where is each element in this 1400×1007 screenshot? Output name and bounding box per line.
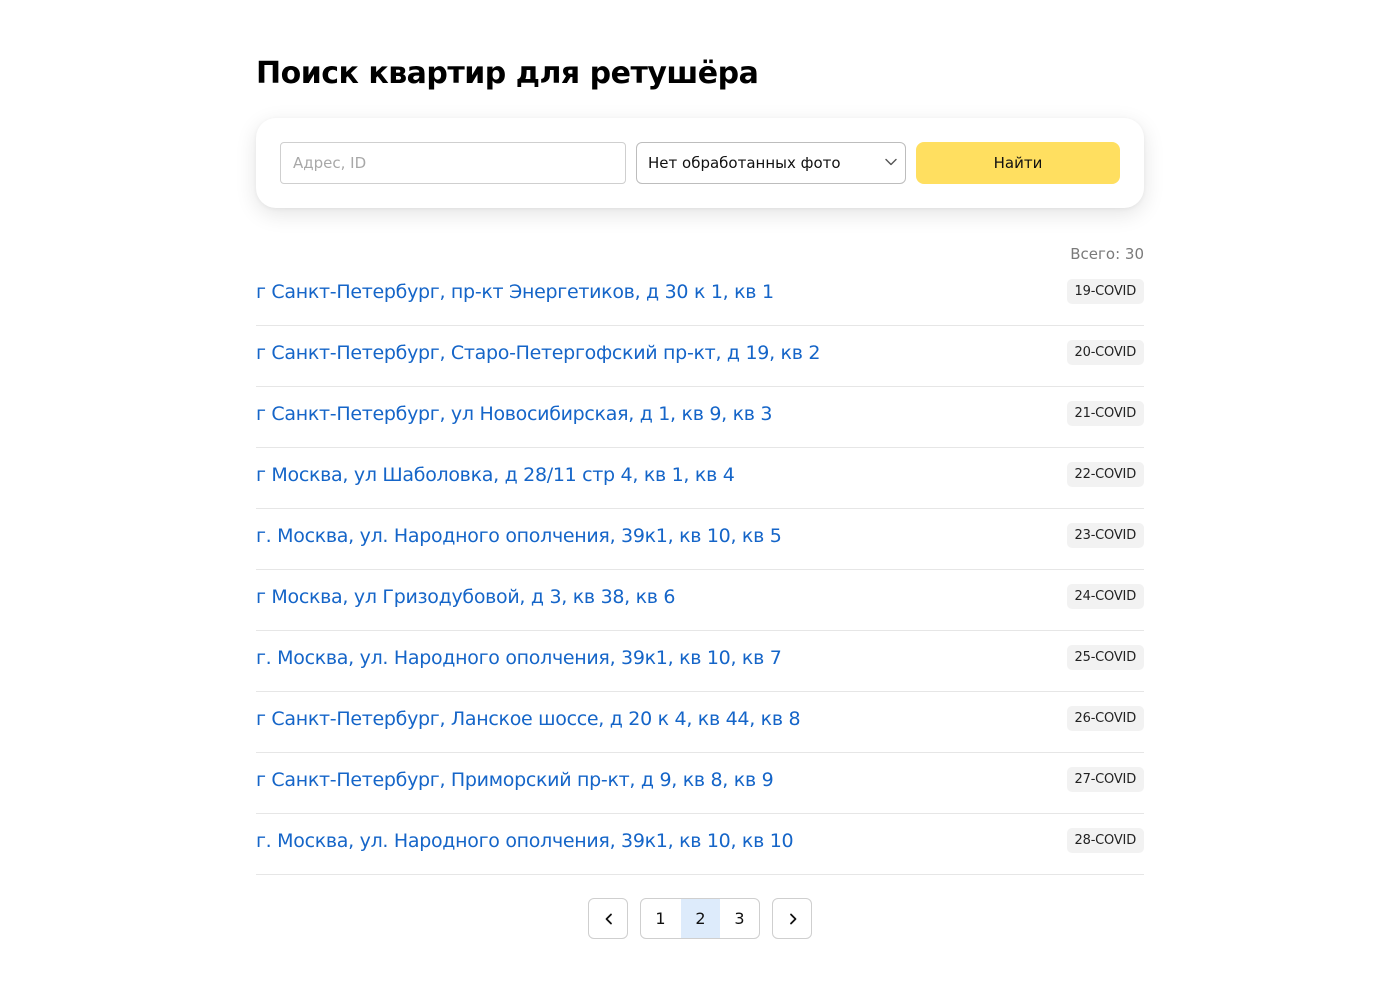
- apartment-id-badge: 25-COVID: [1066, 645, 1144, 670]
- pagination: 1 2 3: [588, 898, 812, 940]
- apartment-address-link[interactable]: г Санкт-Петербург, пр-кт Энергетиков, д …: [256, 279, 774, 305]
- list-item: г Москва, ул Гризодубовой, д 3, кв 38, к…: [256, 570, 1144, 631]
- total-count: Всего: 30: [1070, 245, 1144, 263]
- chevron-down-icon: [885, 158, 897, 166]
- list-item: г. Москва, ул. Народного ополчения, 39к1…: [256, 814, 1144, 875]
- list-item: г Санкт-Петербург, пр-кт Энергетиков, д …: [256, 265, 1144, 326]
- page-title: Поиск квартир для ретушёра: [256, 56, 759, 91]
- apartment-id-badge: 19-COVID: [1066, 279, 1144, 304]
- page-3-button[interactable]: 3: [720, 899, 759, 938]
- apartment-id-badge: 22-COVID: [1066, 462, 1144, 487]
- search-panel: Нет обработанных фото Найти: [256, 118, 1144, 208]
- page-number-group: 1 2 3: [640, 898, 760, 939]
- prev-page-button[interactable]: [588, 898, 628, 939]
- find-button[interactable]: Найти: [916, 142, 1120, 184]
- photo-filter-value: Нет обработанных фото: [648, 154, 841, 172]
- list-item: г. Москва, ул. Народного ополчения, 39к1…: [256, 631, 1144, 692]
- chevron-left-icon: [605, 913, 612, 925]
- apartment-id-badge: 20-COVID: [1066, 340, 1144, 365]
- list-item: г. Москва, ул. Народного ополчения, 39к1…: [256, 509, 1144, 570]
- chevron-right-icon: [790, 913, 797, 925]
- apartment-address-link[interactable]: г Санкт-Петербург, Старо-Петергофский пр…: [256, 340, 820, 366]
- apartment-address-link[interactable]: г Москва, ул Шаболовка, д 28/11 стр 4, к…: [256, 462, 735, 488]
- apartment-id-badge: 28-COVID: [1066, 828, 1144, 853]
- page-1-button[interactable]: 1: [641, 899, 680, 938]
- next-page-button[interactable]: [772, 898, 812, 939]
- list-item: г Москва, ул Шаболовка, д 28/11 стр 4, к…: [256, 448, 1144, 509]
- list-item: г Санкт-Петербург, Ланское шоссе, д 20 к…: [256, 692, 1144, 753]
- apartment-address-link[interactable]: г Москва, ул Гризодубовой, д 3, кв 38, к…: [256, 584, 676, 610]
- apartment-id-badge: 26-COVID: [1066, 706, 1144, 731]
- photo-filter-select[interactable]: Нет обработанных фото: [636, 142, 906, 184]
- apartment-address-link[interactable]: г. Москва, ул. Народного ополчения, 39к1…: [256, 645, 782, 671]
- list-item: г Санкт-Петербург, Старо-Петергофский пр…: [256, 326, 1144, 387]
- page-2-button-current[interactable]: 2: [681, 899, 720, 938]
- results-list: г Санкт-Петербург, пр-кт Энергетиков, д …: [256, 265, 1144, 875]
- apartment-address-link[interactable]: г. Москва, ул. Народного ополчения, 39к1…: [256, 523, 782, 549]
- apartment-id-badge: 21-COVID: [1066, 401, 1144, 426]
- apartment-address-link[interactable]: г Санкт-Петербург, ул Новосибирская, д 1…: [256, 401, 773, 427]
- list-item: г Санкт-Петербург, Приморский пр-кт, д 9…: [256, 753, 1144, 814]
- apartment-id-badge: 24-COVID: [1066, 584, 1144, 609]
- list-item: г Санкт-Петербург, ул Новосибирская, д 1…: [256, 387, 1144, 448]
- apartment-address-link[interactable]: г. Москва, ул. Народного ополчения, 39к1…: [256, 828, 794, 854]
- search-input[interactable]: [280, 142, 626, 184]
- apartment-id-badge: 27-COVID: [1066, 767, 1144, 792]
- apartment-address-link[interactable]: г Санкт-Петербург, Ланское шоссе, д 20 к…: [256, 706, 801, 732]
- apartment-id-badge: 23-COVID: [1066, 523, 1144, 548]
- apartment-address-link[interactable]: г Санкт-Петербург, Приморский пр-кт, д 9…: [256, 767, 774, 793]
